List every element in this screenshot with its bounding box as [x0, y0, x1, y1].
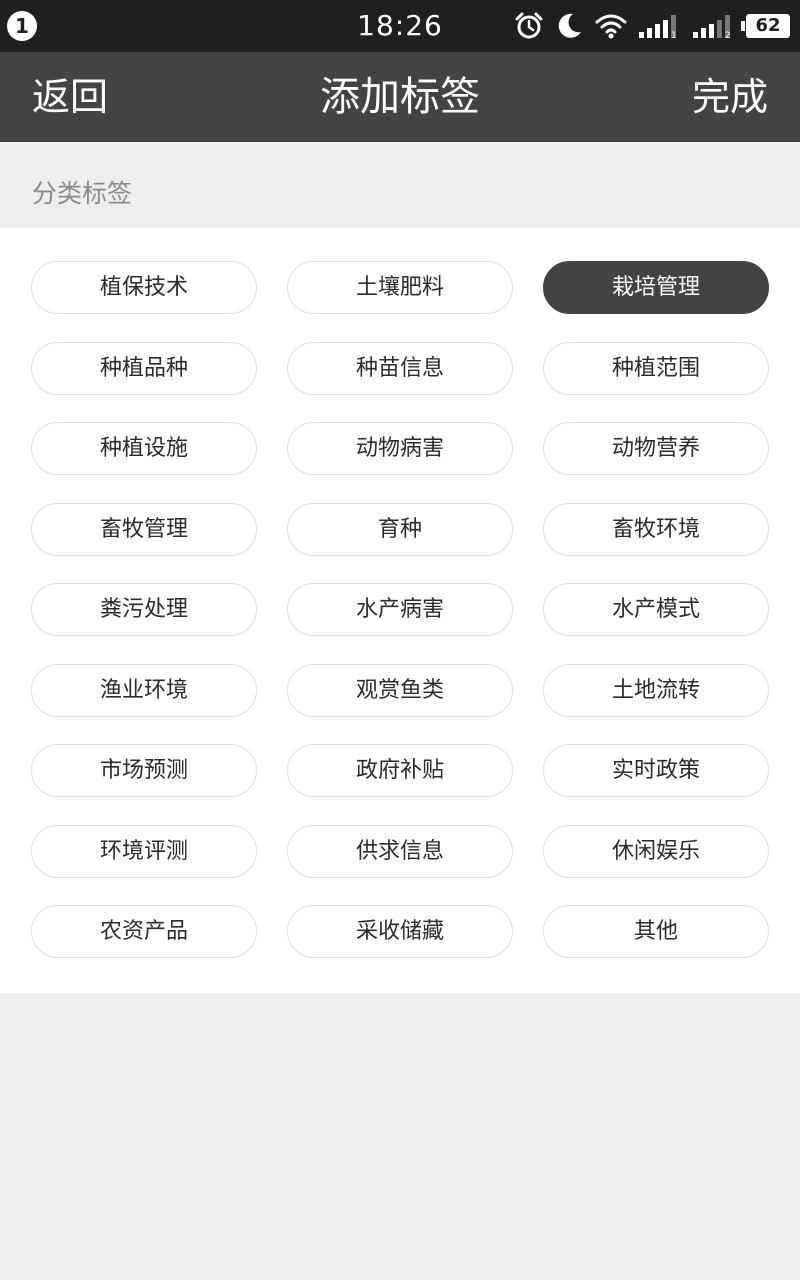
page-title: 添加标签 [320, 74, 480, 120]
tag-chip[interactable]: 渔业环境 [31, 663, 257, 717]
battery-icon: 62 [741, 14, 790, 38]
tag-chip[interactable]: 动物营养 [543, 422, 769, 475]
signal-icon: 1 [638, 12, 682, 40]
done-button[interactable]: 完成 [692, 52, 768, 142]
header-bar: 返回 添加标签 完成 [0, 52, 800, 142]
tag-chip[interactable]: 休闲娱乐 [543, 824, 769, 878]
tag-chip[interactable]: 种植品种 [31, 341, 257, 395]
tag-chip[interactable]: 农资产品 [31, 905, 257, 958]
moon-icon [554, 11, 584, 41]
tag-chip[interactable]: 畜牧管理 [31, 502, 257, 556]
signal-2-label: 2 [725, 31, 731, 40]
status-bar: 1 18:26 1 2 62 [0, 0, 800, 52]
tag-chip[interactable]: 其他 [543, 905, 769, 958]
status-icons: 1 2 62 [514, 10, 790, 42]
tag-chip[interactable]: 土地流转 [543, 663, 769, 717]
back-button[interactable]: 返回 [32, 52, 108, 142]
alarm-icon [514, 11, 544, 41]
tag-chip[interactable]: 粪污处理 [31, 583, 257, 636]
tag-chip[interactable]: 畜牧环境 [543, 502, 769, 556]
tag-chip[interactable]: 种苗信息 [287, 341, 513, 395]
tag-chip[interactable]: 植保技术 [31, 261, 257, 314]
signal-1-label: 1 [671, 31, 677, 40]
section-label: 分类标签 [32, 179, 133, 208]
tag-chip[interactable]: 水产病害 [287, 583, 513, 636]
tag-chip[interactable]: 土壤肥料 [287, 261, 513, 314]
tag-chip[interactable]: 动物病害 [287, 422, 513, 475]
tag-chip[interactable]: 水产模式 [543, 583, 769, 636]
tag-chip[interactable]: 种植设施 [31, 422, 257, 475]
tag-chip[interactable]: 供求信息 [287, 824, 513, 878]
tag-chip[interactable]: 观赏鱼类 [287, 663, 513, 717]
tag-chip[interactable]: 种植范围 [543, 341, 769, 395]
wifi-icon [594, 12, 628, 40]
tag-chip[interactable]: 实时政策 [543, 744, 769, 797]
tag-chip[interactable]: 政府补贴 [287, 744, 513, 797]
tag-chip[interactable]: 采收储藏 [287, 905, 513, 958]
tag-grid: 植保技术 土壤肥料 栽培管理种植品种 种苗信息 种植范围种植设施 动物病害 动物营养畜牧管理… [31, 261, 769, 958]
tag-chip[interactable]: 栽培管理 [543, 261, 769, 314]
tag-chip[interactable]: 市场预测 [31, 744, 257, 797]
tag-chip[interactable]: 育种 [287, 502, 513, 556]
tag-chip[interactable]: 环境评测 [31, 824, 257, 878]
signal-icon: 2 [692, 12, 736, 40]
tag-panel: 植保技术 土壤肥料 栽培管理种植品种 种苗信息 种植范围种植设施 动物病害 动物营养畜牧管理… [0, 228, 800, 993]
